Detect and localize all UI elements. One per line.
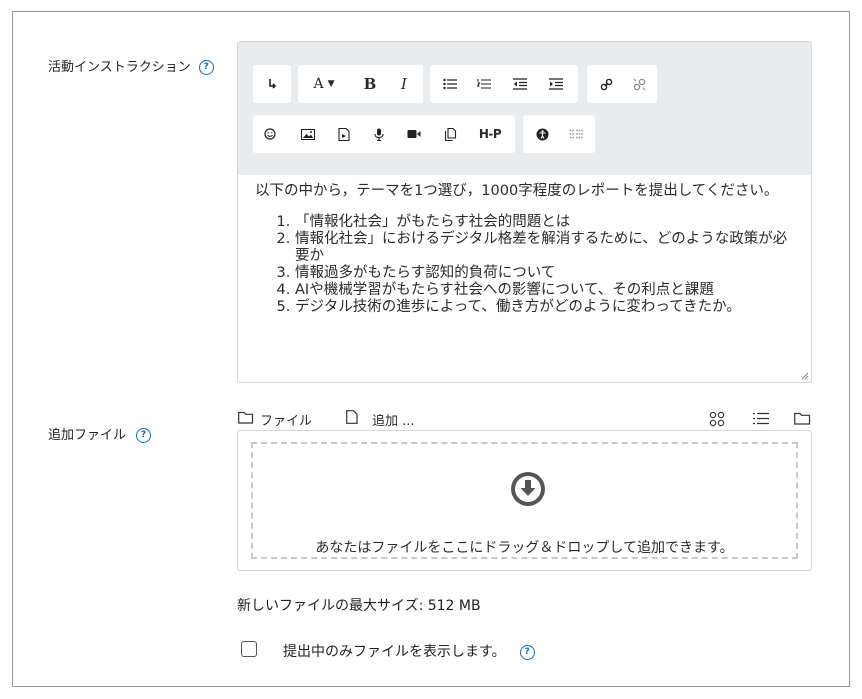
editor-content[interactable]: 以下の中から，テーマを1つ選び，1000字程度のレポートを提出してください。 「… — [238, 175, 811, 316]
folder-icon — [238, 411, 254, 428]
help-icon[interactable]: ? — [519, 644, 535, 660]
activity-instructions-label: 活動インストラクション? — [48, 56, 214, 75]
toolbar-group-links — [587, 65, 657, 103]
max-file-size-text: 新しいファイルの最大サイズ: 512 MB — [237, 598, 481, 614]
help-icon[interactable]: ? — [198, 60, 214, 75]
activity-instructions-label-text: 活動インストラクション — [48, 60, 191, 75]
h5p-icon[interactable]: H-P — [471, 115, 509, 153]
list-item: デジタル技術の進歩によって、働き方がどのように変わってきたか。 — [295, 299, 794, 316]
indent-icon[interactable] — [540, 65, 572, 103]
screenreader-helper-icon[interactable] — [561, 115, 591, 153]
filepicker-toolbar: ファイル 追加 ... — [238, 409, 812, 429]
media-icon[interactable] — [329, 115, 359, 153]
folder-view-icon[interactable] — [794, 412, 811, 429]
only-show-submitted-label: 提出中のみファイルを表示します。? — [283, 641, 535, 661]
add-file-link[interactable]: 追加 ... — [372, 410, 415, 429]
link-icon[interactable] — [591, 65, 621, 103]
unlink-icon[interactable] — [624, 65, 654, 103]
additional-files-label: 追加ファイル? — [48, 424, 152, 443]
toolbar-group-collapse — [253, 65, 291, 103]
file-icon — [346, 410, 358, 428]
resize-handle-icon[interactable] — [801, 372, 809, 380]
ordered-list-icon[interactable] — [468, 65, 500, 103]
dropzone-text: あなたはファイルをここにドラッグ＆ドロップして追加できます。 — [315, 540, 734, 556]
font-glyph: A — [313, 76, 324, 92]
only-show-submitted-checkbox[interactable] — [241, 641, 257, 657]
filemanager: あなたはファイルをここにドラッグ＆ドロップして追加できます。 — [237, 430, 812, 571]
files-link[interactable]: ファイル — [260, 410, 312, 429]
additional-files-label-text: 追加ファイル — [48, 428, 127, 443]
toolbar-group-lists — [430, 65, 578, 103]
instructions-list: 「情報化社会」がもたらす社会的問題とは 情報化社会」におけるデジタル格差を解消す… — [255, 214, 794, 316]
unordered-list-icon[interactable] — [434, 65, 466, 103]
toolbar-group-style: A ▼ B I — [298, 65, 423, 103]
bold-icon[interactable]: B — [356, 65, 384, 103]
grid-view-icon[interactable] — [709, 411, 725, 431]
collapse-icon[interactable] — [253, 65, 291, 103]
toolbar-group-accessibility — [523, 115, 595, 153]
font-style-dropdown-icon[interactable]: A ▼ — [302, 65, 346, 103]
manage-files-icon[interactable] — [435, 115, 465, 153]
list-item: 情報過多がもたらす認知的負荷について — [295, 265, 794, 282]
image-icon[interactable] — [293, 115, 323, 153]
caret-down-icon: ▼ — [327, 79, 335, 89]
download-arrow-icon — [510, 471, 546, 511]
record-audio-icon[interactable] — [364, 115, 394, 153]
file-dropzone[interactable]: あなたはファイルをここにドラッグ＆ドロップして追加できます。 — [251, 442, 798, 559]
list-item: 「情報化社会」がもたらす社会的問題とは — [295, 214, 794, 231]
record-video-icon[interactable] — [399, 115, 429, 153]
list-view-icon[interactable] — [753, 412, 769, 429]
toolbar-group-media: H-P — [253, 115, 515, 153]
editor-toolbar: A ▼ B I H-P — [238, 42, 811, 175]
emoji-icon[interactable] — [255, 115, 285, 153]
help-icon[interactable]: ? — [136, 428, 152, 443]
rich-text-editor: A ▼ B I H-P 以下の中から，テーマを1つ選び，1000字程度のレポート… — [237, 41, 812, 383]
italic-icon[interactable]: I — [390, 65, 418, 103]
only-show-submitted-label-text: 提出中のみファイルを表示します。 — [283, 644, 506, 660]
instructions-intro: 以下の中から，テーマを1つ選び，1000字程度のレポートを提出してください。 — [255, 183, 779, 199]
accessibility-checker-icon[interactable] — [527, 115, 557, 153]
list-item: AIや機械学習がもたらす社会への影響について、その利点と課題 — [295, 282, 794, 299]
list-item: 情報化社会」におけるデジタル格差を解消するために、どのような政策が必要か — [295, 231, 794, 265]
outdent-icon[interactable] — [504, 65, 536, 103]
